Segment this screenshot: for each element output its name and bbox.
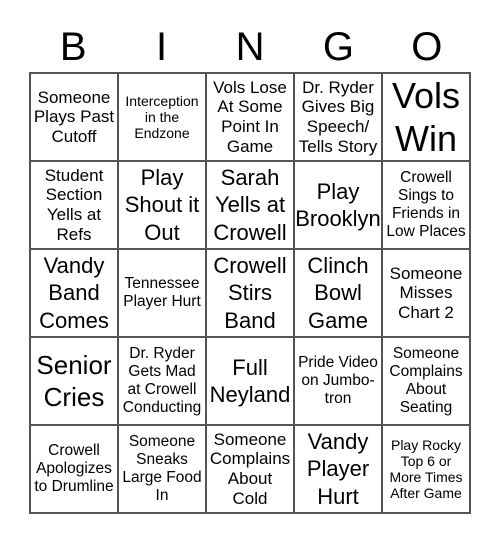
bingo-cell[interactable]: Play Brooklyn (294, 161, 382, 249)
bingo-cell[interactable]: Vols Lose At Some Point In Game (206, 73, 294, 161)
bingo-cell[interactable]: Play Rocky Top 6 or More Times After Gam… (382, 425, 470, 513)
bingo-cell[interactable]: Vandy Band Comes (30, 249, 118, 337)
header-letter-o: O (411, 25, 443, 69)
bingo-cell[interactable]: Play Shout it Out (118, 161, 206, 249)
bingo-cell[interactable]: Dr. Ryder Gets Mad at Crowell Conducting (118, 337, 206, 425)
header-letter-i: I (156, 25, 168, 69)
bingo-cell[interactable]: Clinch Bowl Game (294, 249, 382, 337)
bingo-cell[interactable]: Full Neyland (206, 337, 294, 425)
bingo-cell[interactable]: Vandy Player Hurt (294, 425, 382, 513)
header-letter-b: B (59, 25, 87, 69)
bingo-cell[interactable]: Someone Plays Past Cutoff (30, 73, 118, 161)
bingo-header: B I N G O (29, 22, 471, 72)
bingo-cell[interactable]: Tennessee Player Hurt (118, 249, 206, 337)
bingo-cell[interactable]: Someone Sneaks Large Food In (118, 425, 206, 513)
bingo-cell[interactable]: Dr. Ryder Gives Big Speech/ Tells Story (294, 73, 382, 161)
bingo-cell[interactable]: Sarah Yells at Crowell (206, 161, 294, 249)
header-letter-n: N (235, 25, 265, 69)
bingo-cell[interactable]: Crowell Apologizes to Drumline (30, 425, 118, 513)
header-letter-g: G (322, 25, 354, 69)
bingo-cell[interactable]: Pride Video on Jumbo- tron (294, 337, 382, 425)
bingo-grid: Someone Plays Past Cutoff Interception in… (29, 72, 471, 514)
bingo-cell[interactable]: Student Section Yells at Refs (30, 161, 118, 249)
bingo-cell[interactable]: Vols Win (382, 73, 470, 161)
bingo-cell[interactable]: Crowell Sings to Friends in Low Places (382, 161, 470, 249)
bingo-cell[interactable]: Someone Complains About Seating (382, 337, 470, 425)
bingo-cell[interactable]: Someone Misses Chart 2 (382, 249, 470, 337)
bingo-cell[interactable]: Someone Complains About Cold (206, 425, 294, 513)
bingo-cell[interactable]: Interception in the Endzone (118, 73, 206, 161)
bingo-cell[interactable]: Crowell Stirs Band (206, 249, 294, 337)
bingo-cell[interactable]: Senior Cries (30, 337, 118, 425)
